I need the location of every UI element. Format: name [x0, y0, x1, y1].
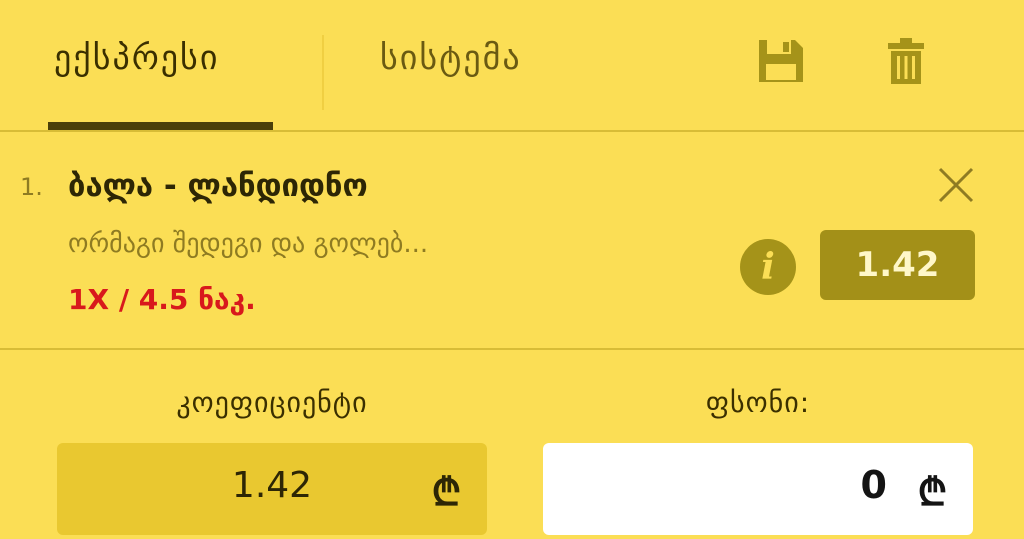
bet-match-name: ბალა - ლანდიდნო	[68, 168, 368, 204]
stake-label: ფსონი:	[705, 386, 811, 419]
coefficient-field: 1.42 ₾	[57, 443, 487, 535]
trash-icon[interactable]	[887, 38, 925, 90]
coefficient-value: 1.42	[231, 465, 313, 506]
lari-currency-icon: ₾	[917, 470, 947, 514]
close-icon[interactable]	[936, 165, 976, 209]
bet-item: 1. ბალა - ლანდიდნო ორმაგი შედეგი და გოლე…	[0, 133, 1024, 348]
coefficient-label: კოეფიციენტი	[176, 386, 368, 419]
stake-input[interactable]: 0 ₾	[543, 443, 973, 535]
stake-value: 0	[860, 463, 887, 507]
bet-odds-badge: 1.42	[820, 230, 975, 300]
tab-divider	[322, 35, 324, 110]
save-icon[interactable]	[757, 38, 805, 88]
tab-system[interactable]: სისტემა	[380, 38, 522, 78]
bet-divider	[0, 348, 1024, 350]
bet-number: 1.	[20, 173, 43, 201]
bet-slip-tabs: ექსპრესი სისტემა	[0, 0, 1024, 131]
info-icon[interactable]: i	[740, 239, 796, 295]
tab-express[interactable]: ექსპრესი	[54, 38, 219, 78]
bet-market: ორმაგი შედეგი და გოლებ...	[68, 229, 429, 259]
lari-currency-icon: ₾	[431, 470, 461, 514]
header-divider	[0, 130, 1024, 132]
bet-pick: 1X / 4.5 ნაკ.	[68, 283, 256, 316]
